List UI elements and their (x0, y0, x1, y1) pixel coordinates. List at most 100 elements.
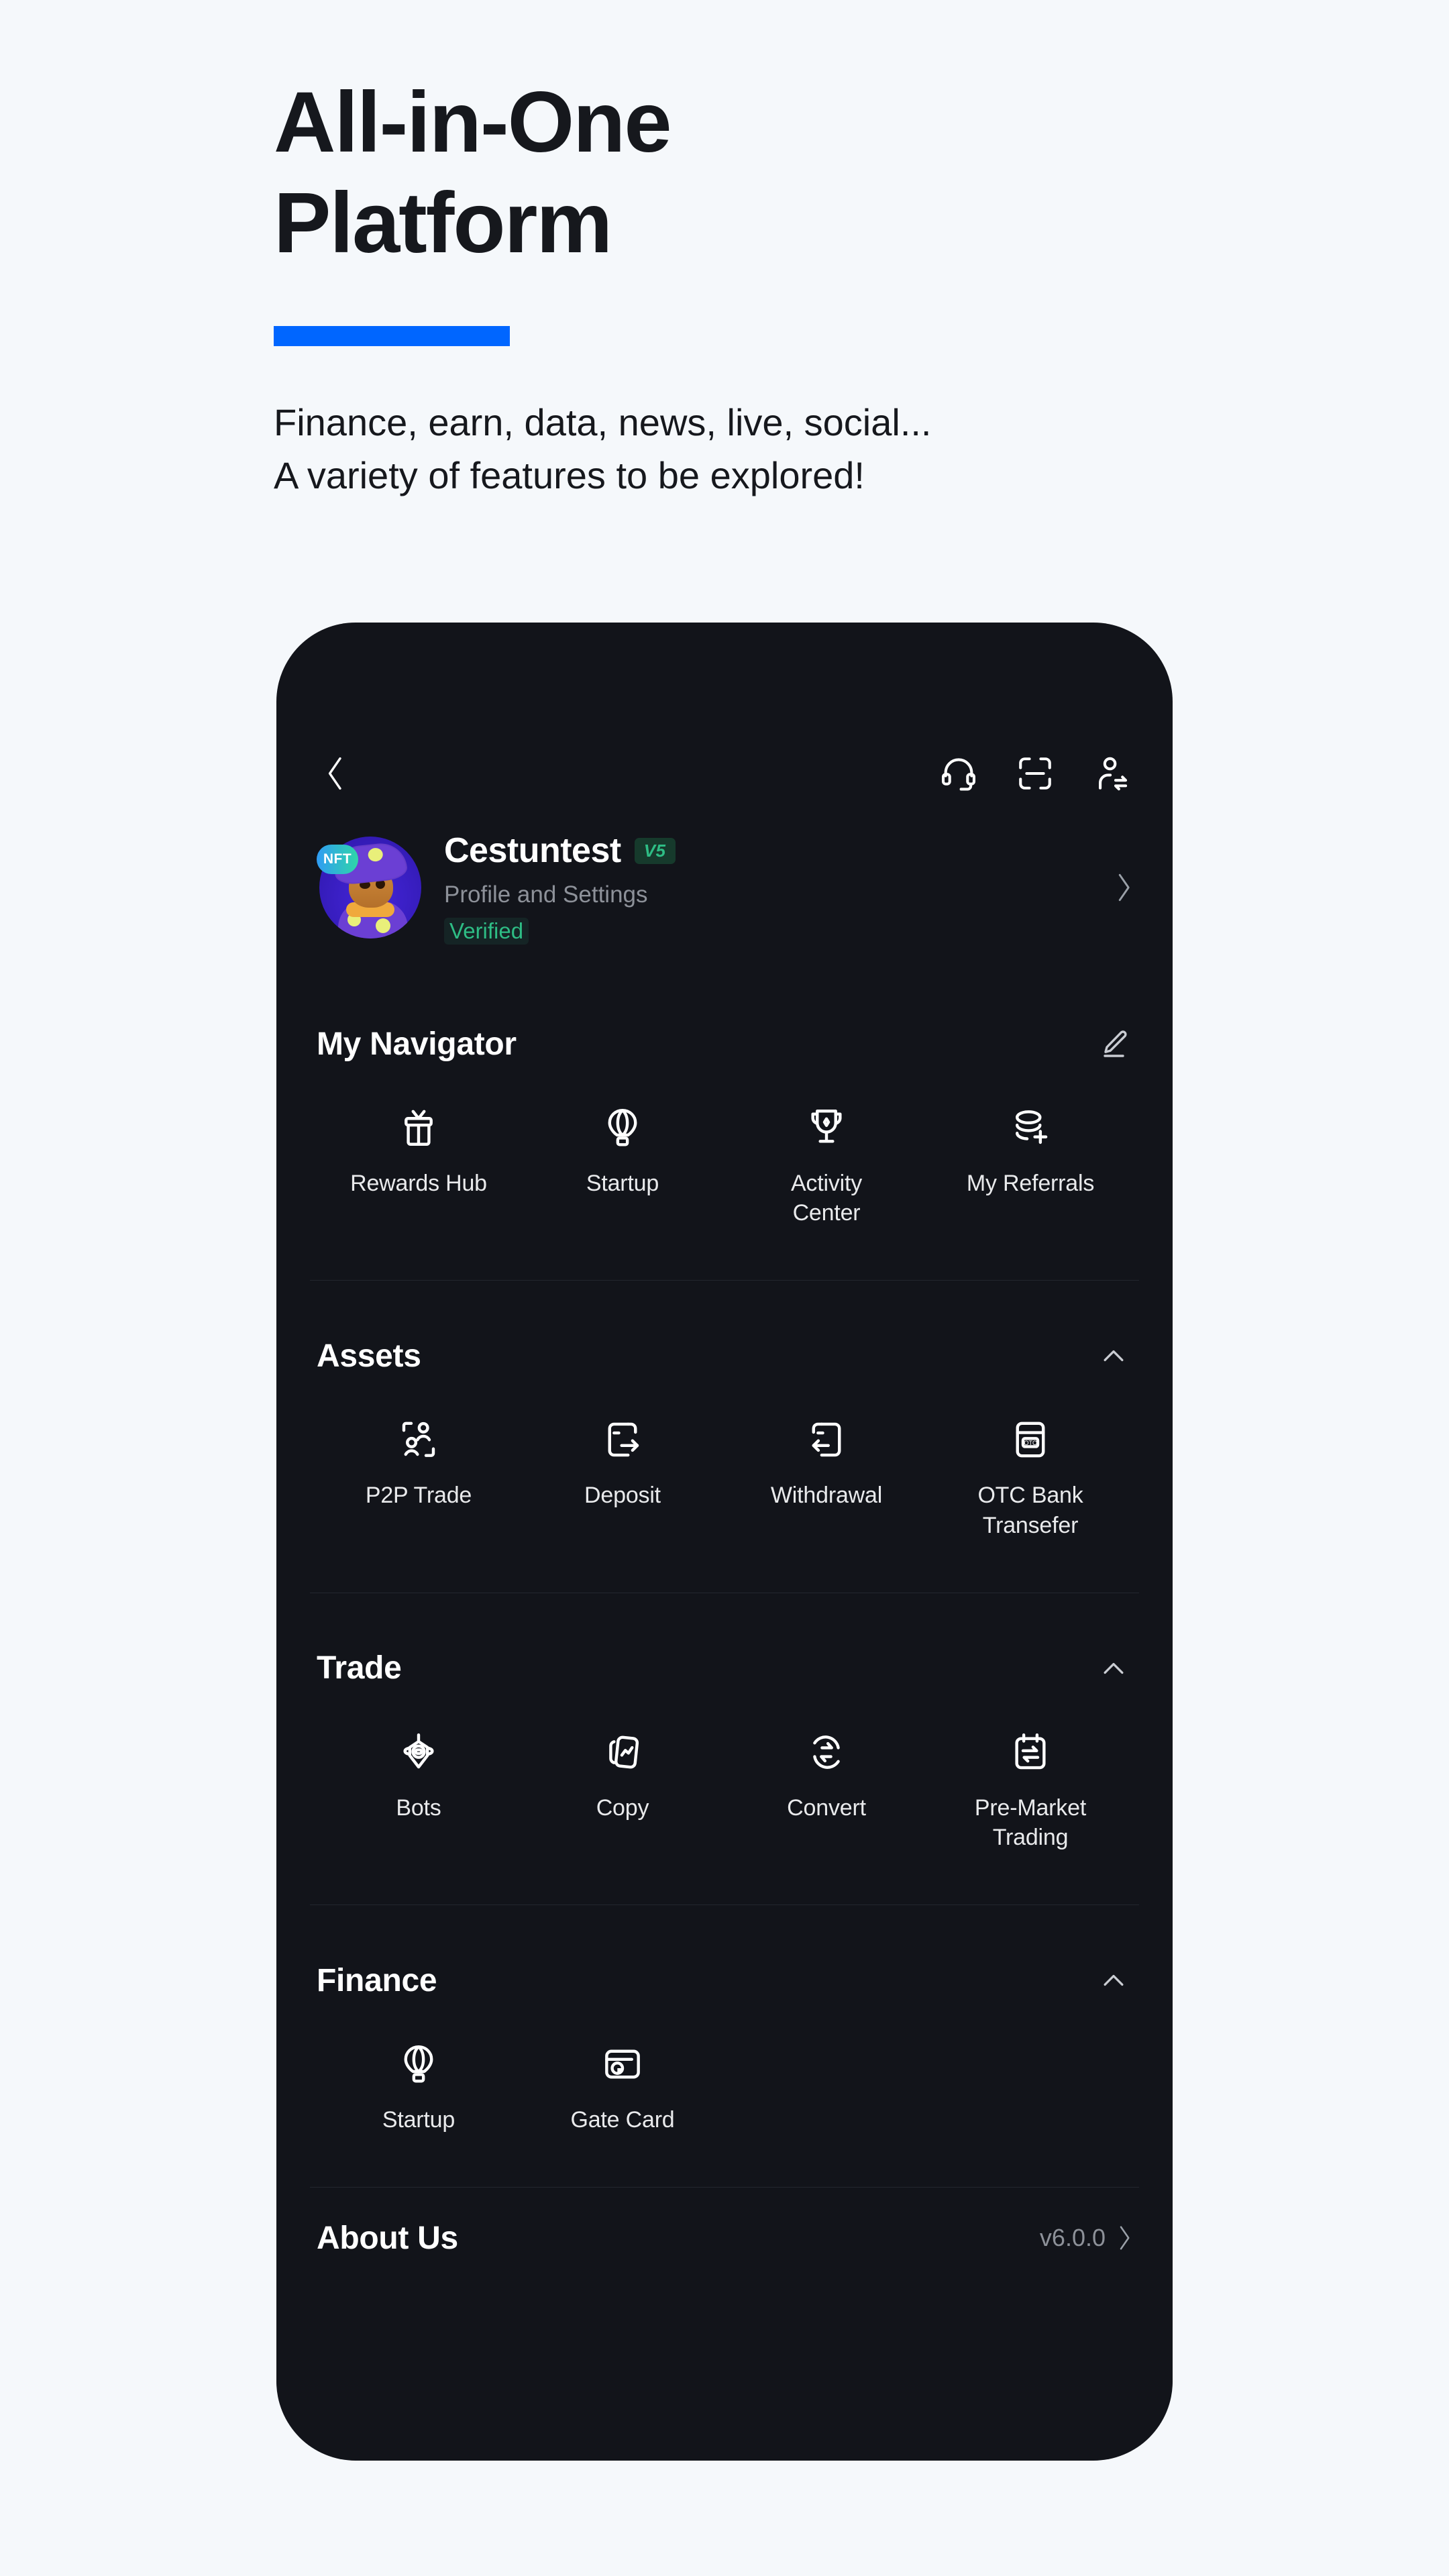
profile-subtitle: Profile and Settings (444, 881, 648, 908)
edit-navigator-button[interactable] (1095, 1025, 1132, 1063)
edit-pencil-icon (1104, 1030, 1127, 1057)
phone-mockup: NFT Cestuntest V5 Profile and Settings V… (276, 623, 1173, 2461)
collapse-trade-button[interactable] (1095, 1650, 1132, 1687)
grid-item-label: Convert (787, 1794, 866, 1821)
headset-support-icon (941, 758, 976, 791)
switch-account-button[interactable] (1091, 753, 1132, 794)
section-trade: Trade Bots Copy Convert Pre-Market Tradi… (310, 1642, 1139, 1852)
convert-circle-icon (804, 1727, 849, 1777)
grid-item-pre-market-trading[interactable]: Pre-Market Trading (928, 1727, 1132, 1852)
about-us-right: v6.0.0 (1040, 2224, 1132, 2252)
grid-item-my-referrals[interactable]: My Referrals (928, 1103, 1132, 1228)
headset-support-button[interactable] (938, 753, 979, 794)
grid-item-label: Startup (382, 2107, 455, 2133)
grid-item-finance-startup[interactable]: Startup (317, 2039, 521, 2135)
section-title: Trade (317, 1650, 402, 1686)
collapse-finance-button[interactable] (1095, 1962, 1132, 1999)
section-grid: P2P Trade Deposit Withdrawal OTC OTC Ban… (317, 1415, 1132, 1540)
accent-bar (274, 325, 510, 346)
hot-air-balloon-icon (396, 2039, 441, 2089)
hero-subtitle: Finance, earn, data, news, live, social.… (274, 400, 932, 497)
coin-stack-plus-icon (1008, 1103, 1053, 1152)
grid-item-startup[interactable]: Startup (521, 1103, 724, 1228)
grid-item-label: Rewards Hub (350, 1171, 487, 1196)
grid-item-rewards-hub[interactable]: Rewards Hub (317, 1103, 521, 1228)
grid-item-label: Pre-Market Trading (974, 1794, 1087, 1850)
about-us-label: About Us (317, 2220, 458, 2256)
card-arrow-left-icon (804, 1415, 849, 1464)
username: Cestuntest (444, 831, 621, 870)
section-my-navigator: My Navigator Rewards Hub Startup Activit… (310, 1017, 1139, 1228)
section-header: Assets (317, 1329, 1132, 1383)
grid-item-label: My Referrals (966, 1171, 1095, 1196)
chevron-up-icon (1104, 1350, 1124, 1362)
grid-item-label: Startup (586, 1171, 659, 1196)
section-grid: Bots Copy Convert Pre-Market Trading (317, 1727, 1132, 1852)
profile-row[interactable]: NFT Cestuntest V5 Profile and Settings V… (310, 830, 1139, 945)
grid-item-label: Gate Card (570, 2107, 675, 2133)
gate-card-icon (600, 2039, 645, 2089)
profile-text: Cestuntest V5 Profile and Settings Verif… (444, 830, 1102, 945)
collapse-assets-button[interactable] (1095, 1337, 1132, 1375)
app-version: v6.0.0 (1039, 2224, 1106, 2252)
trophy-icon (804, 1103, 849, 1152)
grid-item-convert[interactable]: Convert (724, 1727, 928, 1852)
hot-air-balloon-icon (600, 1103, 645, 1152)
robot-icon (396, 1727, 441, 1777)
app-topbar (310, 737, 1139, 810)
grid-item-label: Withdrawal (770, 1483, 883, 1509)
grid-item-activity-center[interactable]: Activity Center (724, 1103, 928, 1228)
chevron-right-icon (1118, 873, 1130, 902)
grid-item-label: Activity Center (790, 1171, 863, 1226)
section-grid: Rewards Hub Startup Activity Center My R… (317, 1103, 1132, 1228)
level-badge: V5 (634, 837, 676, 864)
nft-badge: NFT (317, 845, 358, 874)
section-finance: Finance Startup Gate Card (310, 1953, 1139, 2135)
section-header: My Navigator (317, 1017, 1132, 1071)
grid-item-bots[interactable]: Bots (317, 1727, 521, 1852)
chevron-up-icon (1104, 1662, 1124, 1674)
scan-qr-button[interactable] (1014, 753, 1056, 794)
profile-name-line: Cestuntest V5 (444, 830, 1102, 871)
grid-item-label: Deposit (584, 1483, 661, 1509)
page-root: All-in-One Platform Finance, earn, data,… (0, 0, 1449, 2576)
grid-item-p2p-trade[interactable]: P2P Trade (317, 1415, 521, 1540)
grid-item-gate-card[interactable]: Gate Card (521, 2039, 724, 2135)
section-title: Finance (317, 1962, 437, 1998)
topbar-actions (938, 753, 1132, 794)
calendar-swap-icon (1008, 1727, 1053, 1777)
gift-icon (396, 1103, 441, 1152)
profile-chevron-button[interactable] (1115, 872, 1132, 903)
avatar[interactable]: NFT (317, 837, 421, 938)
grid-item-copy[interactable]: Copy (521, 1727, 724, 1852)
grid-item-label: OTC Bank Transefer (977, 1483, 1083, 1538)
chevron-right-icon (1120, 2226, 1130, 2250)
section-assets: Assets P2P Trade Deposit Withdrawal OTC … (310, 1329, 1139, 1540)
grid-item-deposit[interactable]: Deposit (521, 1415, 724, 1540)
about-us-row[interactable]: About Us v6.0.0 (310, 2188, 1139, 2288)
otc-card-icon: OTC (1008, 1415, 1053, 1464)
section-header: Trade (317, 1642, 1132, 1695)
chevron-up-icon (1104, 1975, 1124, 1986)
switch-account-icon (1099, 757, 1128, 791)
back-button[interactable] (317, 755, 354, 792)
status-badge: Verified (444, 918, 529, 945)
section-title: Assets (317, 1338, 421, 1374)
card-arrow-right-icon (600, 1415, 645, 1464)
section-title: My Navigator (317, 1026, 517, 1062)
section-divider (310, 1280, 1139, 1281)
grid-item-label: Bots (396, 1794, 441, 1821)
svg-text:OTC: OTC (1024, 1440, 1037, 1446)
grid-item-otc-bank-transfer[interactable]: OTC OTC Bank Transefer (928, 1415, 1132, 1540)
grid-item-label: P2P Trade (365, 1483, 472, 1509)
grid-item-label: Copy (596, 1794, 649, 1821)
scan-qr-icon (1019, 757, 1051, 790)
chevron-left-icon (328, 757, 341, 790)
grid-item-withdrawal[interactable]: Withdrawal (724, 1415, 928, 1540)
two-people-icon (396, 1415, 441, 1464)
section-grid: Startup Gate Card (317, 2039, 1132, 2135)
